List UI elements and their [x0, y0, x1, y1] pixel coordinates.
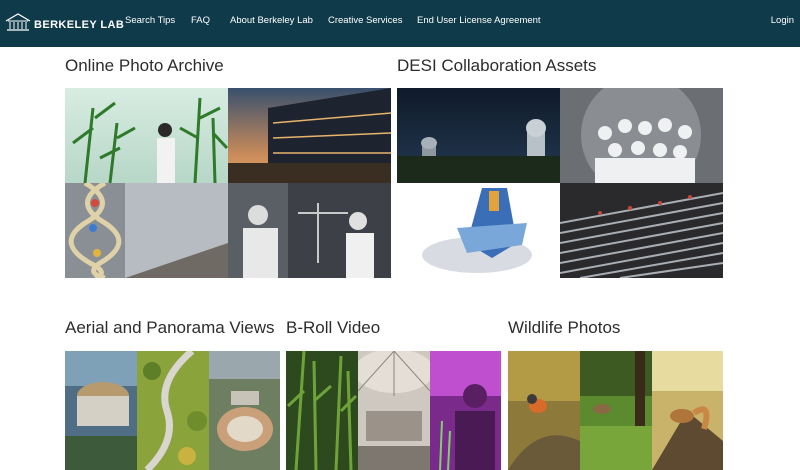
section-title-b-roll-video[interactable]: B-Roll Video	[286, 318, 380, 338]
photo-aerial-campus-overview[interactable]	[209, 351, 280, 470]
nav-search-tips[interactable]: Search Tips	[125, 15, 175, 26]
nav-faq[interactable]: FAQ	[191, 15, 210, 26]
photo-desi-instrument-render[interactable]	[397, 183, 560, 278]
photo-cleanroom-team[interactable]	[560, 88, 723, 183]
video-panorama-lab-interior[interactable]	[358, 351, 430, 470]
section-title-wildlife-photos[interactable]: Wildlife Photos	[508, 318, 620, 338]
lab-building-icon	[5, 13, 31, 31]
section-title-online-photo-archive[interactable]: Online Photo Archive	[65, 56, 224, 76]
top-navigation-bar: BERKELEY LAB Search Tips FAQ About Berke…	[0, 0, 800, 47]
photo-dna-sculpture[interactable]	[65, 183, 228, 278]
photo-building-dusk[interactable]	[228, 88, 391, 183]
photo-fiber-positioners[interactable]	[560, 183, 723, 278]
login-link[interactable]: Login	[771, 15, 794, 26]
section-title-aerial-panorama-views[interactable]: Aerial and Panorama Views	[65, 318, 274, 338]
section-title-desi-collaboration-assets[interactable]: DESI Collaboration Assets	[397, 56, 596, 76]
photo-plants-researcher[interactable]	[65, 88, 228, 183]
photo-aerial-winding-road[interactable]	[137, 351, 209, 470]
photo-aerial-domed-building[interactable]	[65, 351, 137, 470]
berkeley-lab-logo[interactable]: BERKELEY LAB	[5, 11, 124, 33]
photo-observatory-night[interactable]	[397, 88, 560, 183]
photo-lab-researchers[interactable]	[228, 183, 391, 278]
nav-creative-services[interactable]: Creative Services	[328, 15, 402, 26]
photo-wildlife-squirrel[interactable]	[652, 351, 723, 470]
nav-end-user-license-agreement[interactable]: End User License Agreement	[417, 15, 541, 26]
logo-text: BERKELEY LAB	[34, 19, 125, 31]
video-grow-lights-lab[interactable]	[430, 351, 501, 470]
photo-wildlife-deer[interactable]	[580, 351, 652, 470]
nav-about-berkeley-lab[interactable]: About Berkeley Lab	[230, 15, 313, 26]
video-corn-field[interactable]	[286, 351, 358, 470]
photo-wildlife-bird[interactable]	[508, 351, 580, 470]
